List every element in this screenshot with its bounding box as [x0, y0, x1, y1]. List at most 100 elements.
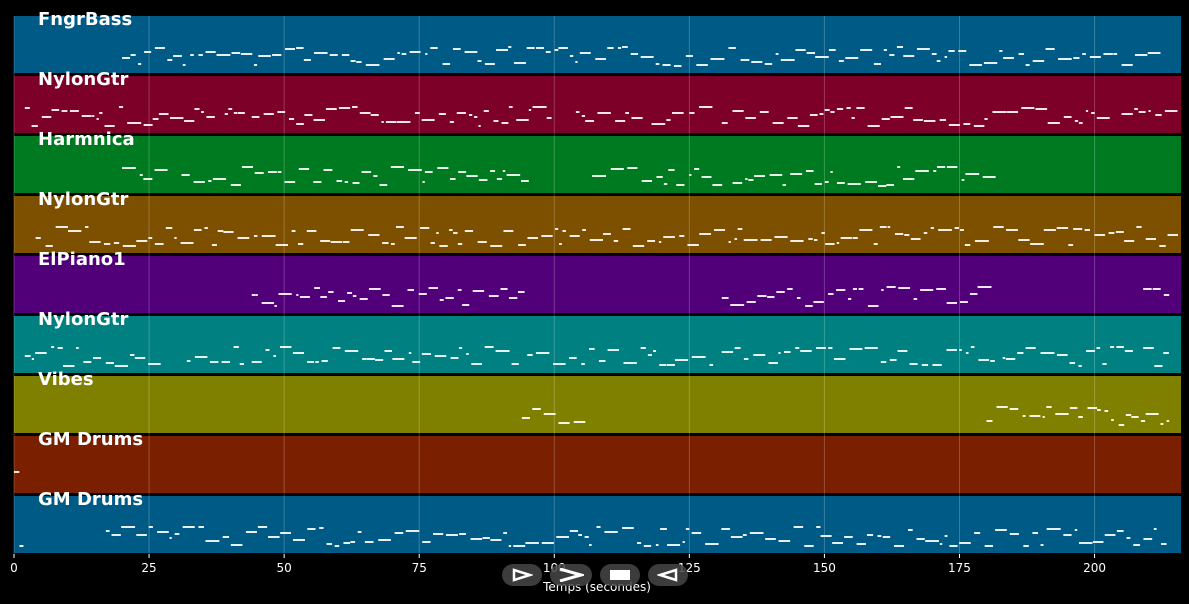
fast-forward-button[interactable] [550, 564, 592, 586]
note-mark [866, 534, 874, 536]
note-mark [449, 229, 453, 231]
note-mark [152, 118, 159, 120]
note-mark [1094, 234, 1106, 236]
note-mark [483, 110, 489, 112]
note-mark [982, 176, 996, 178]
note-mark [637, 542, 642, 544]
transport-controls [502, 564, 690, 586]
note-mark [280, 346, 292, 348]
note-mark [999, 50, 1003, 52]
note-mark [958, 50, 967, 52]
note-mark [139, 174, 143, 176]
note-mark [434, 355, 447, 357]
note-mark [936, 60, 941, 62]
note-mark [732, 110, 744, 112]
note-mark [490, 245, 503, 247]
note-mark [1069, 407, 1078, 409]
stop-button[interactable] [600, 564, 640, 586]
note-mark [768, 362, 778, 364]
note-mark [873, 243, 878, 245]
note-mark [325, 108, 337, 110]
note-mark [714, 229, 726, 231]
note-mark [412, 361, 421, 363]
note-mark [821, 232, 825, 234]
note-mark [364, 541, 374, 543]
note-mark [241, 166, 254, 168]
note-mark [883, 49, 887, 51]
note-mark [1025, 64, 1030, 66]
note-mark [1073, 57, 1080, 59]
note-mark [632, 245, 645, 247]
note-mark [1023, 545, 1029, 547]
note-mark [296, 47, 304, 49]
note-mark [961, 179, 965, 181]
note-mark [130, 54, 136, 56]
note-mark [992, 111, 1007, 113]
note-mark [391, 305, 404, 307]
note-mark [767, 296, 775, 298]
note-mark [848, 298, 852, 300]
note-mark [655, 544, 659, 546]
note-mark [383, 58, 395, 60]
note-mark [1078, 416, 1083, 418]
note-mark [198, 54, 203, 56]
note-mark [382, 294, 390, 296]
tick-label: 150 [813, 561, 836, 575]
note-mark [559, 243, 562, 245]
note-mark [1103, 53, 1113, 55]
note-mark [320, 240, 331, 242]
track-label: GM Drums [38, 489, 143, 510]
note-mark [245, 531, 257, 533]
note-mark [381, 121, 384, 123]
note-mark [99, 112, 103, 114]
note-mark [445, 534, 458, 536]
note-mark [640, 56, 654, 58]
note-mark [805, 170, 814, 172]
note-mark [1006, 229, 1018, 231]
note-mark [541, 542, 554, 544]
note-mark [916, 538, 925, 540]
note-mark [806, 52, 816, 54]
note-mark [251, 116, 260, 118]
note-mark [983, 62, 998, 64]
note-mark [909, 363, 918, 365]
note-mark [1140, 420, 1146, 422]
note-mark [852, 288, 857, 290]
tick-label: 0 [10, 561, 18, 575]
note-mark [1147, 52, 1161, 54]
note-mark [865, 181, 877, 183]
note-mark [198, 526, 205, 528]
rewind-button[interactable] [648, 564, 688, 586]
tick-label: 175 [948, 561, 971, 575]
note-mark [41, 116, 52, 118]
note-mark [765, 538, 776, 540]
note-mark [623, 362, 637, 364]
note-mark [320, 296, 327, 298]
note-mark [897, 166, 901, 168]
note-mark [836, 108, 844, 110]
note-mark [478, 179, 488, 181]
note-mark [836, 182, 845, 184]
note-mark [1009, 533, 1019, 535]
note-mark [754, 175, 765, 177]
note-mark [421, 353, 432, 355]
note-mark [352, 182, 360, 184]
note-mark [630, 53, 639, 55]
note-mark [169, 117, 184, 119]
note-mark [261, 235, 276, 237]
note-mark [1078, 365, 1082, 367]
note-mark [430, 47, 438, 49]
note-mark [1159, 245, 1166, 247]
note-mark [730, 536, 743, 538]
note-mark [932, 364, 942, 366]
note-mark [299, 296, 310, 298]
note-mark [833, 358, 846, 360]
note-mark [466, 353, 469, 355]
note-mark [459, 533, 466, 535]
note-mark [1042, 416, 1045, 418]
track-lanes [14, 16, 1181, 553]
note-mark [970, 346, 975, 348]
play-button[interactable] [502, 564, 542, 586]
note-mark [554, 49, 559, 51]
note-mark [881, 289, 884, 291]
